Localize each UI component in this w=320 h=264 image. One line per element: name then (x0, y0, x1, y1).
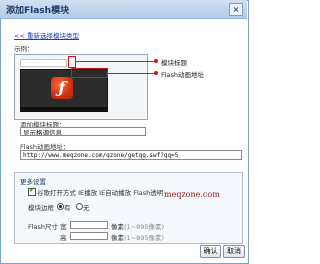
dialog-title: 添加Flash模块 (6, 6, 70, 16)
title-callout-line (75, 61, 155, 62)
autoplay-label: 谷歌打开方式 IE播放 IE自动播放 Flash透明 (37, 189, 164, 197)
module-border-label: 模块边框 (28, 204, 54, 212)
back-to-module-type-link[interactable]: << 重新选择模块类型 (14, 30, 79, 40)
title-highlight-box (68, 56, 76, 68)
height-input[interactable] (70, 232, 108, 240)
border-yes-radio[interactable] (57, 203, 64, 210)
flash-callout-dot (154, 71, 158, 75)
autoplay-checkbox[interactable] (28, 186, 36, 196)
flash-player-bar (21, 107, 107, 111)
module-title-input[interactable] (20, 127, 146, 136)
height-hint: (1~895像素) (124, 234, 165, 242)
flash-logo-icon: ƒ (51, 77, 73, 99)
more-settings-heading[interactable]: 更多设置 (20, 176, 46, 186)
width-unit: 像素 (111, 223, 124, 231)
flash-highlight-box (71, 68, 108, 78)
border-no-radio[interactable] (76, 203, 83, 210)
flash-url-input[interactable] (20, 150, 242, 160)
border-no-label: 无 (83, 204, 90, 212)
watermark-text: meqzone.com (164, 190, 220, 199)
example-title-field: ·········· (20, 59, 67, 67)
example-label: 示例： (14, 45, 34, 53)
width-label: 宽 (60, 223, 67, 231)
title-callout-dot (154, 59, 158, 63)
flash-callout-line (106, 73, 155, 74)
dialog-titlebar[interactable]: 添加Flash模块 × (0, 0, 247, 19)
flash-callout-text: Flash动画地址 (161, 71, 205, 79)
title-callout-text: 模块标题 (161, 59, 187, 67)
close-button[interactable]: × (229, 3, 243, 16)
cancel-button[interactable]: 取消 (223, 245, 245, 258)
width-hint: (1~895像素) (124, 223, 165, 231)
width-input[interactable] (70, 221, 108, 229)
confirm-button[interactable]: 确认 (200, 245, 221, 258)
border-yes-label: 有 (64, 204, 71, 212)
flash-size-label: Flash尺寸 (28, 223, 59, 231)
height-label: 高 (60, 234, 67, 242)
height-unit: 像素 (111, 234, 124, 242)
